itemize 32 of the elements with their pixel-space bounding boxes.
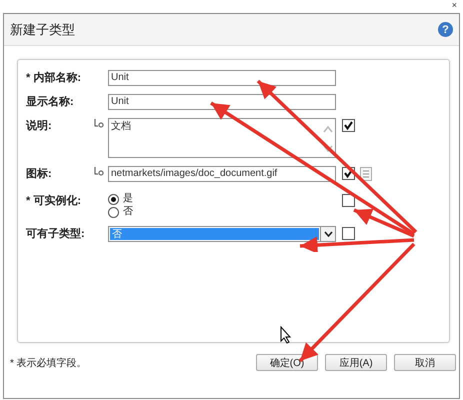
radio-button[interactable] [108, 206, 119, 218]
close-icon[interactable]: × [452, 0, 457, 10]
selected-option: 否 [110, 228, 319, 240]
text-field[interactable]: Unit [108, 70, 336, 86]
localize-icon[interactable] [94, 167, 104, 176]
chevron-down-icon [324, 231, 332, 237]
checkbox[interactable] [342, 194, 355, 207]
checkbox[interactable] [342, 119, 355, 132]
text-field[interactable]: netmarkets/images/doc_document.gif [108, 166, 336, 182]
dialog-button[interactable]: 取消 [394, 354, 456, 371]
dialog-title: 新建子类型 [10, 20, 75, 38]
localize-icon[interactable] [94, 119, 104, 128]
radio-label: 是 [123, 193, 133, 205]
checkbox[interactable] [342, 227, 355, 240]
required-fields-note: * 表示必填字段。 [10, 356, 87, 370]
field-label: * 内部名称: [26, 70, 82, 85]
mouse-cursor-icon [280, 326, 292, 344]
field-label: 说明: [26, 118, 53, 133]
description-field[interactable]: 文档 [108, 118, 336, 158]
text-field[interactable]: Unit [108, 94, 336, 110]
dialog-button[interactable]: 应用(A) [325, 354, 387, 371]
field-label: 显示名称: [26, 94, 75, 109]
field-label: 图标: [26, 166, 53, 181]
radio-button[interactable] [108, 194, 119, 204]
field-value: 文档 [111, 120, 131, 134]
list-button-icon[interactable] [360, 167, 372, 181]
field-label: 可有子类型: [26, 226, 86, 241]
radio-label: 否 [123, 206, 133, 218]
field-label: * 可实例化: [26, 194, 82, 208]
dialog-button[interactable]: 确定(O) [256, 354, 318, 371]
scroll-arrows-icon[interactable] [323, 124, 333, 154]
help-icon[interactable]: ? [438, 22, 453, 37]
